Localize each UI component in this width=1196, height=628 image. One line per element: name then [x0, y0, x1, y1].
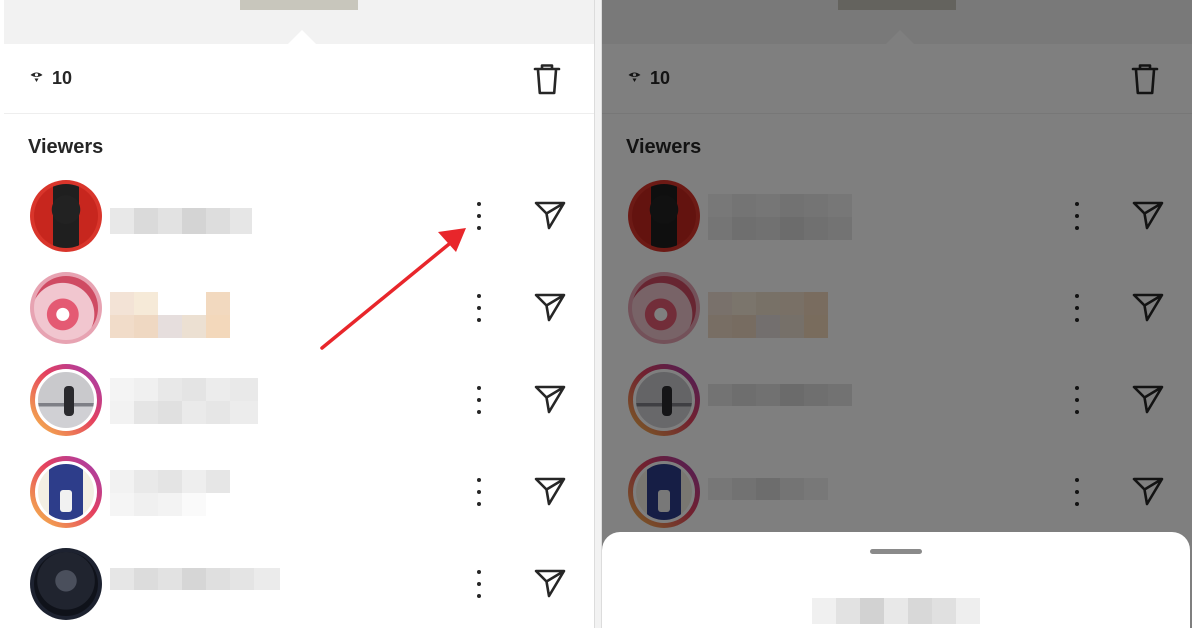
send-icon[interactable]: [532, 198, 568, 232]
avatar[interactable]: [30, 548, 102, 620]
comparison-screenshot: 10 Viewers: [0, 0, 1196, 628]
avatar[interactable]: [30, 364, 102, 436]
viewers-heading: Viewers: [28, 136, 104, 158]
viewer-row[interactable]: [4, 262, 594, 354]
eye-icon: [30, 72, 43, 82]
selected-story-caret: [288, 30, 316, 44]
viewer-row[interactable]: [4, 446, 594, 538]
panel-divider: [594, 0, 602, 628]
username-redacted: [110, 568, 280, 590]
options-bottom-sheet: [602, 532, 1190, 628]
story-thumbnail[interactable]: [240, 0, 358, 10]
avatar[interactable]: [30, 456, 102, 528]
username-redacted: [110, 208, 252, 234]
trash-icon[interactable]: [532, 62, 562, 96]
avatar[interactable]: [30, 180, 102, 252]
story-preview-strip: [4, 0, 594, 44]
story-viewers-screen-before: 10 Viewers: [4, 0, 594, 628]
username-redacted: [110, 292, 234, 338]
send-icon[interactable]: [532, 474, 568, 508]
viewer-row[interactable]: [4, 538, 594, 628]
more-options-icon[interactable]: [474, 478, 484, 506]
story-stats-bar: 10: [4, 44, 594, 114]
more-options-icon[interactable]: [474, 570, 484, 598]
send-icon[interactable]: [532, 290, 568, 324]
view-count: 10: [52, 68, 73, 88]
sheet-drag-handle[interactable]: [870, 549, 922, 554]
more-options-icon[interactable]: [474, 294, 484, 322]
more-options-icon[interactable]: [474, 386, 484, 414]
username-redacted: [110, 470, 234, 516]
viewers-sheet: Viewers: [4, 114, 594, 628]
send-icon[interactable]: [532, 566, 568, 600]
send-icon[interactable]: [532, 382, 568, 416]
viewer-row[interactable]: [4, 354, 594, 446]
viewer-row[interactable]: [4, 170, 594, 262]
sheet-username-redacted: [812, 598, 980, 624]
avatar[interactable]: [30, 272, 102, 344]
story-viewers-screen-after: 10 Viewers: [602, 0, 1192, 628]
username-redacted: [110, 378, 258, 424]
more-options-icon[interactable]: [474, 202, 484, 230]
